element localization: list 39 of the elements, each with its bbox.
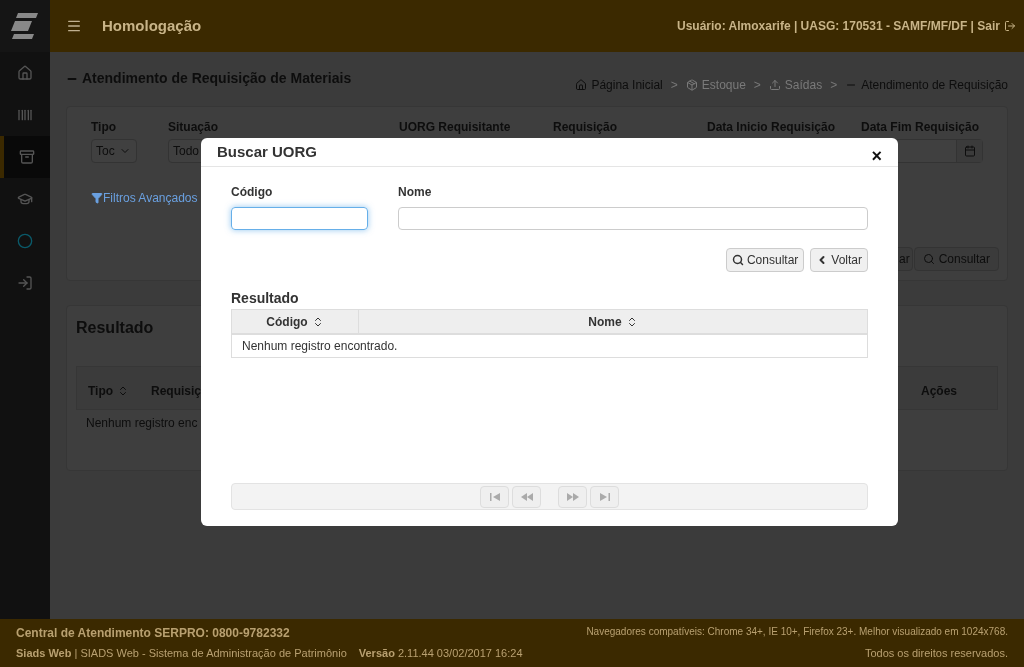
support-contact: Central de Atendimento SERPRO: 0800-9782332 (16, 625, 290, 643)
breadcrumb-separator: > (753, 77, 761, 94)
results-title: Resultado (231, 289, 300, 308)
close-button[interactable]: × (871, 147, 882, 165)
sign-out-icon[interactable] (1004, 20, 1016, 32)
calendar-icon[interactable] (963, 145, 976, 157)
breadcrumb-separator: > (830, 77, 838, 94)
rights-note: Todos os direitos reservados. (864, 646, 1008, 662)
dialog-title: Buscar UORG (217, 141, 318, 162)
barcode-icon (17, 107, 33, 123)
column-header[interactable]: Nome (359, 310, 867, 333)
empty-message: Nenhum registro encontrado. (241, 338, 399, 355)
box-icon (685, 79, 698, 91)
search-button[interactable]: Consultar (725, 248, 805, 272)
cap-icon (17, 191, 33, 207)
archive-icon (19, 149, 35, 165)
search-icon (731, 254, 744, 266)
text-field[interactable] (231, 207, 368, 230)
circle-icon (17, 233, 33, 249)
home-icon (575, 79, 588, 91)
version-info: Versão 2.11.44 03/02/2017 16:24 (358, 646, 523, 662)
field-label: Código (231, 184, 274, 201)
menu-icon[interactable] (66, 18, 82, 34)
advanced-filters-link[interactable]: Filtros Avançados (91, 189, 198, 207)
login-icon (17, 275, 33, 291)
user-info: Usuário: Almoxarife | UASG: 170531 - SAMF/MF/DF | Sair (677, 18, 1000, 35)
back-button[interactable]: Voltar (810, 248, 868, 272)
sidebar-item[interactable] (0, 136, 50, 178)
environment-title: Homologação (102, 15, 202, 36)
search-icon (922, 253, 935, 265)
text-field[interactable] (398, 207, 868, 230)
upload-icon (768, 79, 781, 91)
home-icon (17, 65, 33, 81)
filter-icon (91, 192, 103, 204)
field-label: Nome (398, 184, 433, 201)
breadcrumb-separator: > (670, 77, 678, 94)
column-header[interactable]: Código (232, 310, 359, 333)
system-name: Siads Web | SIADS Web - Sistema de Administração de Patrimônio (16, 646, 347, 662)
browser-note: Navegadores compatíveis: Chrome 34+, IE 10+, Firefox 23+. Melhor visualizado em 1024x768. (586, 625, 1008, 640)
